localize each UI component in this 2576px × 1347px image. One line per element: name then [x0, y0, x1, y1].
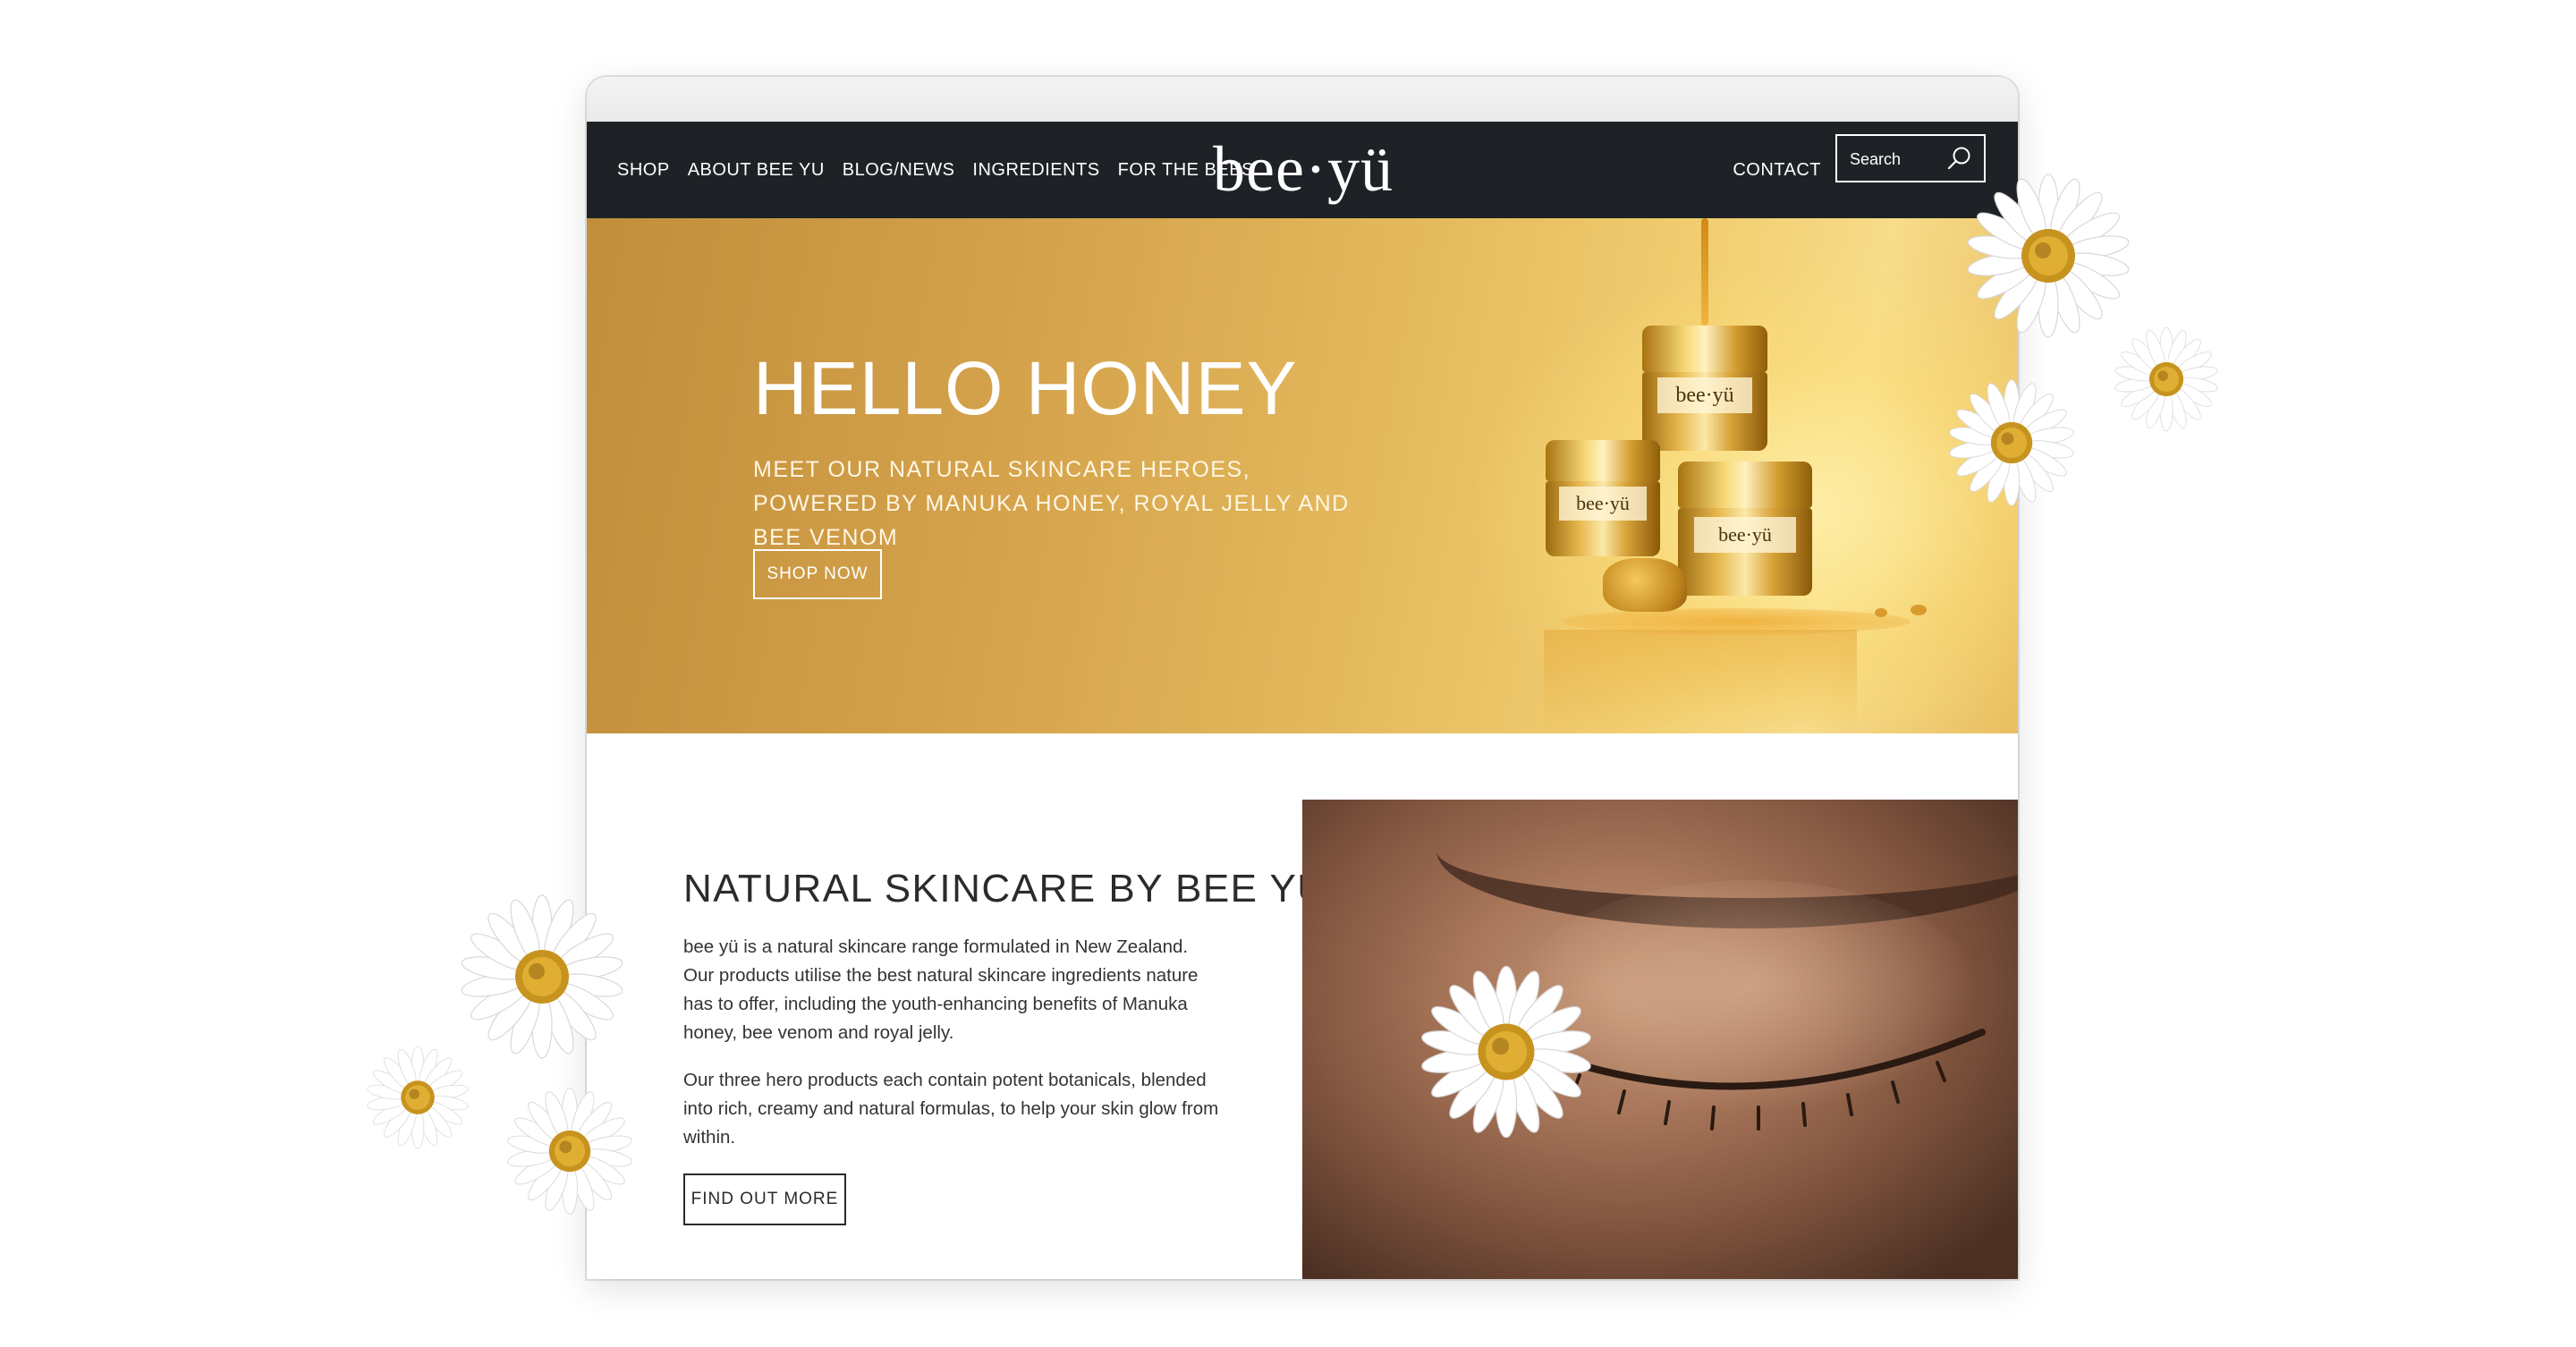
nav-links: SHOP ABOUT BEE YU BLOG/NEWS INGREDIENTS … — [617, 122, 1272, 218]
honey-drip — [1701, 218, 1708, 326]
eye-photo — [1302, 800, 2018, 1279]
jar-left-label: bee·yü — [1559, 487, 1647, 521]
browser-window: SHOP ABOUT BEE YU BLOG/NEWS INGREDIENTS … — [587, 77, 2018, 1279]
daisy-icon-top-right-2 — [2114, 326, 2219, 432]
browser-chrome — [587, 77, 2018, 123]
daisy-icon-bottom-left-2 — [366, 1046, 470, 1149]
site-logo[interactable]: bee·yü — [1209, 132, 1397, 207]
about-paragraph-1: bee yü is a natural skincare range formu… — [683, 936, 1199, 1043]
about-title: NATURAL SKINCARE BY BEE YÜ — [683, 867, 1327, 911]
top-nav: SHOP ABOUT BEE YU BLOG/NEWS INGREDIENTS … — [587, 122, 2018, 218]
nav-blog[interactable]: BLOG/NEWS — [843, 160, 955, 181]
daisy-icon-top-right-3 — [1947, 379, 2076, 506]
jar-right: bee·yü — [1678, 462, 1812, 596]
product-jars-image: bee·yü bee·yü bee·yü — [1535, 218, 1946, 733]
honeycomb — [1603, 558, 1687, 612]
jar-top-label: bee·yü — [1657, 377, 1753, 413]
nav-shop[interactable]: SHOP — [617, 160, 670, 181]
hero-title: HELLO HONEY — [753, 346, 1298, 430]
jar-right-label: bee·yü — [1694, 517, 1796, 553]
nav-ingredients[interactable]: INGREDIENTS — [972, 160, 1099, 181]
shop-now-button[interactable]: SHOP NOW — [753, 549, 882, 599]
jar-reflection — [1544, 630, 1857, 733]
find-out-more-button[interactable]: FIND OUT MORE — [683, 1173, 846, 1225]
jar-top: bee·yü — [1642, 326, 1767, 451]
nav-about[interactable]: ABOUT BEE YU — [688, 160, 825, 181]
search-input[interactable] — [1837, 136, 1964, 182]
about-paragraph-2: Our three hero products each contain pot… — [683, 1070, 1219, 1148]
hero-banner: HELLO HONEY MEET OUR NATURAL SKINCARE HE… — [587, 218, 2018, 733]
nav-contact[interactable]: CONTACT — [1733, 122, 1821, 218]
jar-left: bee·yü — [1546, 440, 1660, 556]
daisy-on-eye-icon — [1419, 965, 1593, 1139]
honey-drop-1 — [1875, 608, 1887, 617]
hero-subtitle: MEET OUR NATURAL SKINCARE HEROES, POWERE… — [753, 457, 1350, 550]
honey-drop-2 — [1911, 605, 1927, 615]
daisy-icon-bottom-left-3 — [505, 1088, 634, 1215]
